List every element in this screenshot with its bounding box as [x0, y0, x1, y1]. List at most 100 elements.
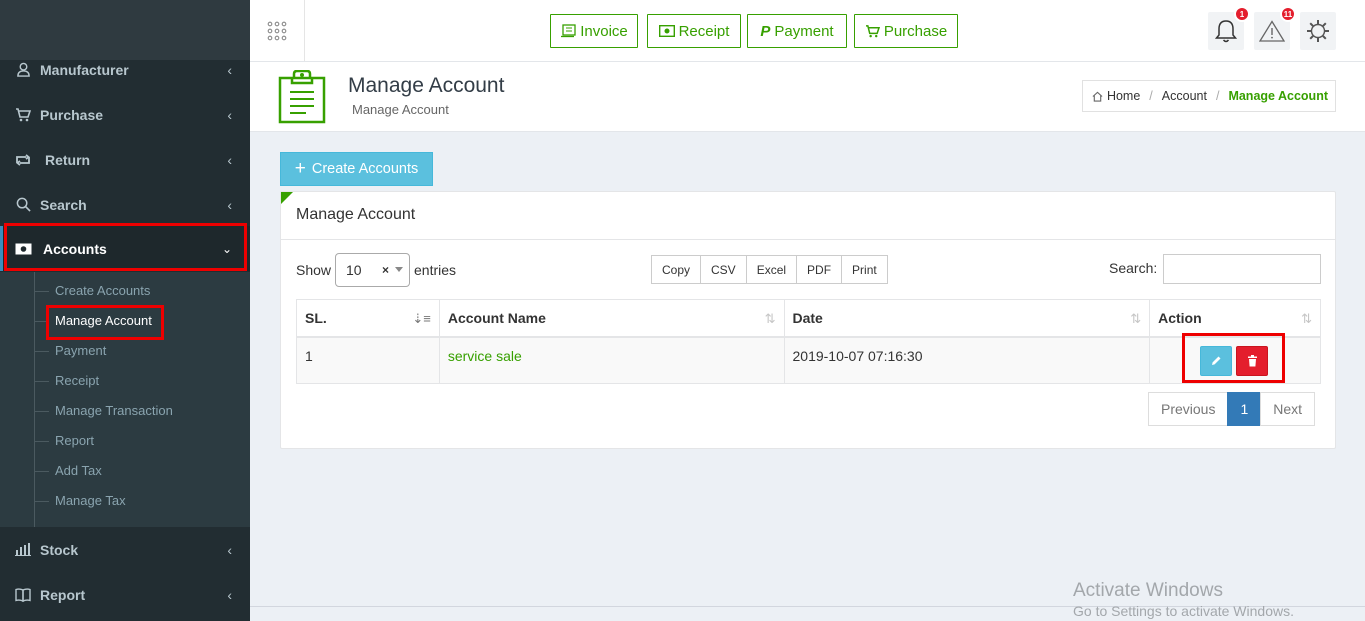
- user-tie-icon: [14, 62, 32, 77]
- plus-icon: +: [294, 157, 306, 179]
- windows-activation-watermark: Activate Windows Go to Settings to activ…: [1073, 580, 1294, 619]
- panel-divider: [281, 239, 1335, 240]
- account-name-link[interactable]: service sale: [448, 348, 522, 364]
- submenu-report[interactable]: Report: [34, 431, 94, 451]
- create-accounts-button[interactable]: + Create Accounts: [280, 152, 433, 186]
- sidebar-item-search[interactable]: Search ‹: [0, 182, 250, 227]
- sidebar-item-purchase[interactable]: Purchase ‹: [0, 92, 250, 137]
- alerts-button[interactable]: 11: [1254, 6, 1296, 50]
- table-header-row: SL. ⇣≡ Account Name ⇅ Date ⇅ Action ⇅: [296, 299, 1321, 338]
- pagination-previous[interactable]: Previous: [1148, 392, 1229, 426]
- payment-button[interactable]: P Payment: [747, 14, 847, 48]
- apps-grid-button[interactable]: [250, 0, 305, 61]
- pagination: Previous 1 Next: [1148, 392, 1316, 426]
- create-accounts-label: Create Accounts: [311, 161, 419, 177]
- page-length-select[interactable]: 10 ×: [335, 253, 410, 287]
- sort-asc-icon: ⇣≡: [412, 311, 431, 326]
- settings-button[interactable]: [1300, 12, 1336, 50]
- submenu-manage-tax[interactable]: Manage Tax: [35, 491, 126, 511]
- sidebar-item-manufacturer[interactable]: Manufacturer ‹: [0, 47, 250, 92]
- pdf-button[interactable]: PDF: [796, 255, 843, 284]
- column-header-label: SL.: [305, 309, 327, 326]
- search-input[interactable]: [1163, 254, 1321, 284]
- money-icon: [658, 25, 675, 37]
- invoice-button-label: Invoice: [580, 22, 628, 40]
- sidebar-item-label: Return: [45, 151, 91, 168]
- csv-button[interactable]: CSV: [700, 255, 747, 284]
- warning-icon: [1259, 20, 1285, 42]
- breadcrumb-current: Manage Account: [1228, 89, 1328, 103]
- sidebar-item-label: Search: [40, 196, 87, 213]
- page-length-value: 10: [346, 262, 362, 278]
- pencil-icon: [1212, 356, 1221, 365]
- submenu-receipt[interactable]: Receipt: [34, 371, 99, 391]
- column-header-sl[interactable]: SL. ⇣≡: [296, 299, 440, 338]
- submenu-manage-transaction[interactable]: Manage Transaction: [35, 401, 173, 421]
- sidebar-item-label: Accounts: [43, 240, 107, 257]
- edit-button[interactable]: [1200, 345, 1233, 376]
- trash-icon: [1247, 354, 1257, 366]
- cell-action: [1149, 336, 1321, 384]
- print-button[interactable]: Print: [841, 255, 888, 284]
- column-header-account-name[interactable]: Account Name ⇅: [438, 299, 785, 338]
- invoice-icon: [561, 24, 576, 38]
- sidebar: Manufacturer ‹ Purchase ‹ Return ‹ Searc…: [0, 0, 250, 621]
- notifications-button[interactable]: 1: [1208, 6, 1250, 50]
- table-row: 1 service sale 2019-10-07 07:16:30: [296, 336, 1321, 384]
- breadcrumb-home[interactable]: Home: [1107, 89, 1140, 103]
- apps-grid-icon: [267, 21, 287, 40]
- receipt-button[interactable]: Receipt: [647, 14, 741, 48]
- chevron-left-icon: ‹: [227, 61, 232, 78]
- notification-badge: 1: [1234, 6, 1250, 22]
- gear-icon: [1307, 20, 1329, 42]
- excel-button[interactable]: Excel: [745, 255, 798, 284]
- cell-sl: 1: [296, 336, 440, 384]
- invoice-button[interactable]: Invoice: [550, 14, 638, 48]
- home-icon: [1092, 91, 1103, 102]
- sidebar-item-label: Purchase: [40, 106, 104, 123]
- delete-button[interactable]: [1236, 345, 1269, 376]
- cart-icon: [865, 24, 880, 37]
- manage-account-panel: Manage Account Show 10 × entries Copy CS…: [280, 191, 1336, 449]
- accounts-table: SL. ⇣≡ Account Name ⇅ Date ⇅ Action ⇅ 1 …: [296, 299, 1321, 384]
- dropdown-arrow-icon: [395, 267, 403, 272]
- submenu-add-tax[interactable]: Add Tax: [35, 461, 102, 481]
- sort-icon: ⇅: [764, 311, 776, 326]
- submenu-manage-account[interactable]: Manage Account: [35, 311, 152, 331]
- sidebar-item-return[interactable]: Return ‹: [0, 137, 250, 182]
- show-label: Show: [296, 262, 332, 278]
- watermark-subtitle: Go to Settings to activate Windows.: [1073, 603, 1294, 619]
- purchase-button-label: Purchase: [883, 22, 948, 40]
- sidebar-item-report[interactable]: Report ‹: [0, 572, 250, 617]
- chevron-left-icon: ‹: [227, 151, 232, 168]
- copy-button[interactable]: Copy: [651, 255, 702, 284]
- breadcrumb-separator: /: [1149, 89, 1153, 103]
- sidebar-item-stock[interactable]: Stock ‹: [0, 527, 250, 572]
- cart-icon: [14, 107, 32, 122]
- column-header-date[interactable]: Date ⇅: [783, 299, 1151, 338]
- chevron-left-icon: ‹: [227, 196, 232, 213]
- sort-icon: ⇅: [1130, 311, 1142, 326]
- page-subtitle: Manage Account: [352, 102, 449, 117]
- chevron-left-icon: ‹: [227, 106, 232, 123]
- entries-label: entries: [414, 262, 457, 278]
- pagination-page-1[interactable]: 1: [1227, 392, 1262, 426]
- book-icon: [14, 587, 32, 602]
- sidebar-item-label: Report: [40, 586, 86, 603]
- pagination-next[interactable]: Next: [1260, 392, 1316, 426]
- purchase-button[interactable]: Purchase: [854, 14, 958, 48]
- top-navbar: Invoice Receipt P Payment Purchase 1 11: [250, 0, 1365, 62]
- sidebar-item-accounts[interactable]: Accounts ⌄: [0, 226, 250, 271]
- chevron-down-icon: ⌄: [221, 241, 232, 256]
- panel-title: Manage Account: [296, 206, 416, 223]
- clear-icon[interactable]: ×: [382, 263, 389, 277]
- breadcrumb-account[interactable]: Account: [1162, 89, 1207, 103]
- submenu-create-accounts[interactable]: Create Accounts: [34, 281, 150, 301]
- column-header-action[interactable]: Action ⇅: [1149, 299, 1321, 338]
- submenu-payment[interactable]: Payment: [34, 341, 106, 361]
- cell-account-name: service sale: [438, 336, 785, 384]
- panel-corner-accent: [281, 192, 293, 204]
- sort-icon: ⇅: [1301, 311, 1312, 326]
- receipt-button-label: Receipt: [678, 22, 730, 40]
- breadcrumb: Home / Account / Manage Account: [1081, 80, 1336, 112]
